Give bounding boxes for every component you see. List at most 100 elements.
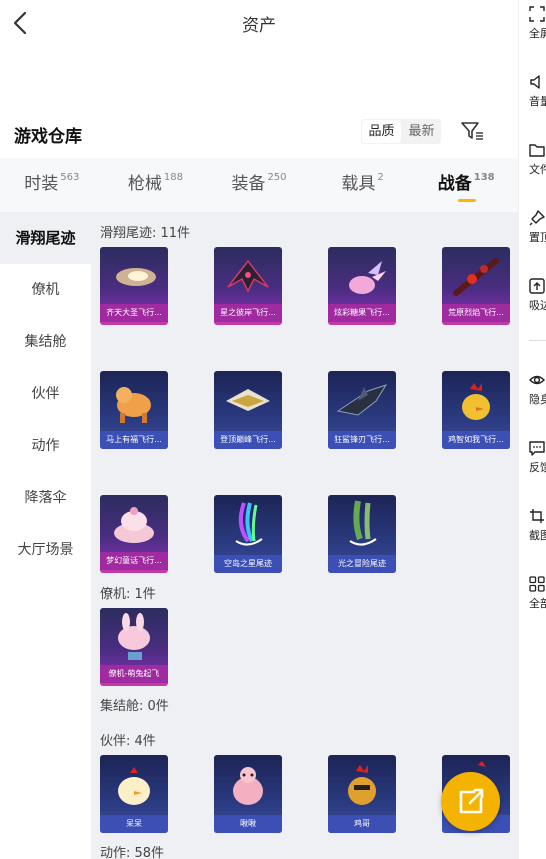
toolbar-volume[interactable]: 音量 [529,74,546,109]
nav-item-lobby-scene[interactable]: 大厅场景 [0,524,91,576]
toolbar-files[interactable]: 文件 [529,142,546,177]
nav-item-wingman[interactable]: 僚机 [0,264,91,316]
pin-icon [529,210,545,226]
item-card[interactable]: 光之冒险尾迹 [328,495,396,573]
item-thumbnail [226,389,270,411]
item-card[interactable]: 梦幻童话飞行... [100,495,168,573]
item-card[interactable]: 齐天大圣飞行... [100,247,168,325]
item-thumbnail [348,765,376,805]
tab-firearms[interactable]: 枪械 188 [104,158,208,212]
nav-item-action[interactable]: 动作 [0,420,91,472]
item-name: 炫彩糖果飞行... [328,304,396,322]
crop-icon [530,509,544,523]
tab-label: 枪械 [127,174,162,194]
item-card[interactable]: 呆呆 [100,755,168,833]
toolbar-dock[interactable]: 吸边 [529,278,546,313]
nav-item-parachute[interactable]: 降落伞 [0,472,91,524]
item-name: 呆呆 [100,815,168,833]
toolbar-feedback[interactable]: 反馈 [529,440,546,475]
item-thumbnail [235,502,263,546]
section-label-rally-pod: 集结舱: 0件 [100,699,169,714]
item-name: 光之冒险尾迹 [328,555,396,573]
item-thumbnail [114,507,154,543]
tab-equipment[interactable]: 装备 250 [207,158,311,212]
assets-screen: 资产 游戏仓库 品质 最新 时装 563 枪械 188 装备 250 载具 2 战备 13… [0,0,546,859]
toolbar-all[interactable]: 全部 [529,576,546,611]
item-name: 登顶巅峰飞行... [214,431,282,449]
item-thumbnail [227,259,269,293]
item-card[interactable]: 啾啾 [214,755,282,833]
toolbar-label: 吸边 [529,299,546,312]
toolbar-label: 全屏 [529,27,546,40]
toolbar-fullscreen[interactable]: 全屏 [529,6,546,41]
tab-count: 250 [267,172,287,183]
item-thumbnail [116,387,151,423]
tab-label: 战备 [437,174,472,194]
nav-item-rally-pod[interactable]: 集结舱 [0,316,91,368]
item-card[interactable]: 炫彩糖果飞行... [328,247,396,325]
share-fab-button[interactable] [441,772,500,831]
toolbar-pin[interactable]: 置顶 [529,210,546,245]
item-grid-panel: 滑翔尾迹: 11件 齐天大圣飞行... 星之彼岸飞行... 炫彩糖果飞行... [91,212,518,859]
item-thumbnail [349,500,377,546]
sort-newest-option[interactable]: 最新 [402,119,441,144]
toolbar-screenshot[interactable]: 截图 [529,508,546,543]
fullscreen-icon [529,6,545,22]
tab-count: 2 [377,172,384,183]
section-label-partner: 伙伴: 4件 [100,734,156,749]
nav-item-glide-trail[interactable]: 滑翔尾迹 [0,212,91,264]
tab-count: 138 [473,172,495,183]
tab-vehicles[interactable]: 载具 2 [311,158,415,212]
nav-item-partner[interactable]: 伙伴 [0,368,91,420]
tab-combat-prep[interactable]: 战备 138 [414,158,518,212]
item-name: 荒原烈焰飞行... [442,304,510,322]
item-thumbnail [233,767,263,805]
filter-icon[interactable] [460,120,484,142]
page-title: 资产 [242,16,276,36]
category-tabs: 时装 563 枪械 188 装备 250 载具 2 战备 138 [0,158,518,212]
sort-quality-option[interactable]: 品质 [362,120,401,143]
warehouse-title: 游戏仓库 [14,127,82,147]
toolbar-label: 隐身 [529,393,546,406]
item-name: 僚机-萌兔起飞 [100,665,168,683]
item-thumbnail [336,384,388,416]
toolbar-label: 音量 [529,95,546,108]
subcategory-nav: 滑翔尾迹 僚机 集结舱 伙伴 动作 降落伞 大厅场景 [0,212,91,859]
toolbar-invisible[interactable]: 隐身 [529,372,546,407]
item-card[interactable]: 僚机-萌兔起飞 [100,608,168,686]
dock-icon [529,278,545,294]
grid-icon [529,576,545,592]
item-thumbnail [349,261,386,294]
speaker-icon [530,75,540,89]
item-thumbnail [453,258,499,296]
item-name: 狂鲨锋刃飞行... [328,431,396,449]
item-name: 鸡哥 [328,815,396,833]
tab-count: 188 [163,172,183,183]
item-card[interactable]: 马上有福飞行... [100,371,168,449]
item-thumbnail [118,767,150,805]
tab-label: 时装 [24,174,59,194]
item-card[interactable]: 鸡哥 [328,755,396,833]
toolbar-divider [529,340,546,341]
tab-label: 载具 [341,174,376,194]
toolbar-label: 置顶 [529,231,546,244]
folder-icon [529,144,545,157]
item-card[interactable]: 星之彼岸飞行... [214,247,282,325]
item-name: 啾啾 [214,815,282,833]
tab-label: 装备 [231,174,266,194]
item-card[interactable]: 登顶巅峰飞行... [214,371,282,449]
toolbar-label: 全部 [529,597,546,610]
item-name: 鸡智如我飞行... [442,431,510,449]
item-name: 梦幻童话飞行... [100,552,168,570]
item-card[interactable]: 狂鲨锋刃飞行... [328,371,396,449]
floating-toolbar: 全屏 音量 文件 置顶 吸边 隐身 反馈 截图 全部 [518,0,546,859]
item-card[interactable]: 空岛之星尾迹 [214,495,282,573]
item-card[interactable]: 鸡智如我飞行... [442,371,510,449]
item-name: 齐天大圣飞行... [100,304,168,322]
item-name: 空岛之星尾迹 [214,555,282,573]
eye-icon [529,375,545,385]
item-card[interactable]: 荒原烈焰飞行... [442,247,510,325]
section-label-action: 动作: 58件 [100,846,165,859]
tab-fashion[interactable]: 时装 563 [0,158,104,212]
section-label-wingman: 僚机: 1件 [100,587,156,602]
